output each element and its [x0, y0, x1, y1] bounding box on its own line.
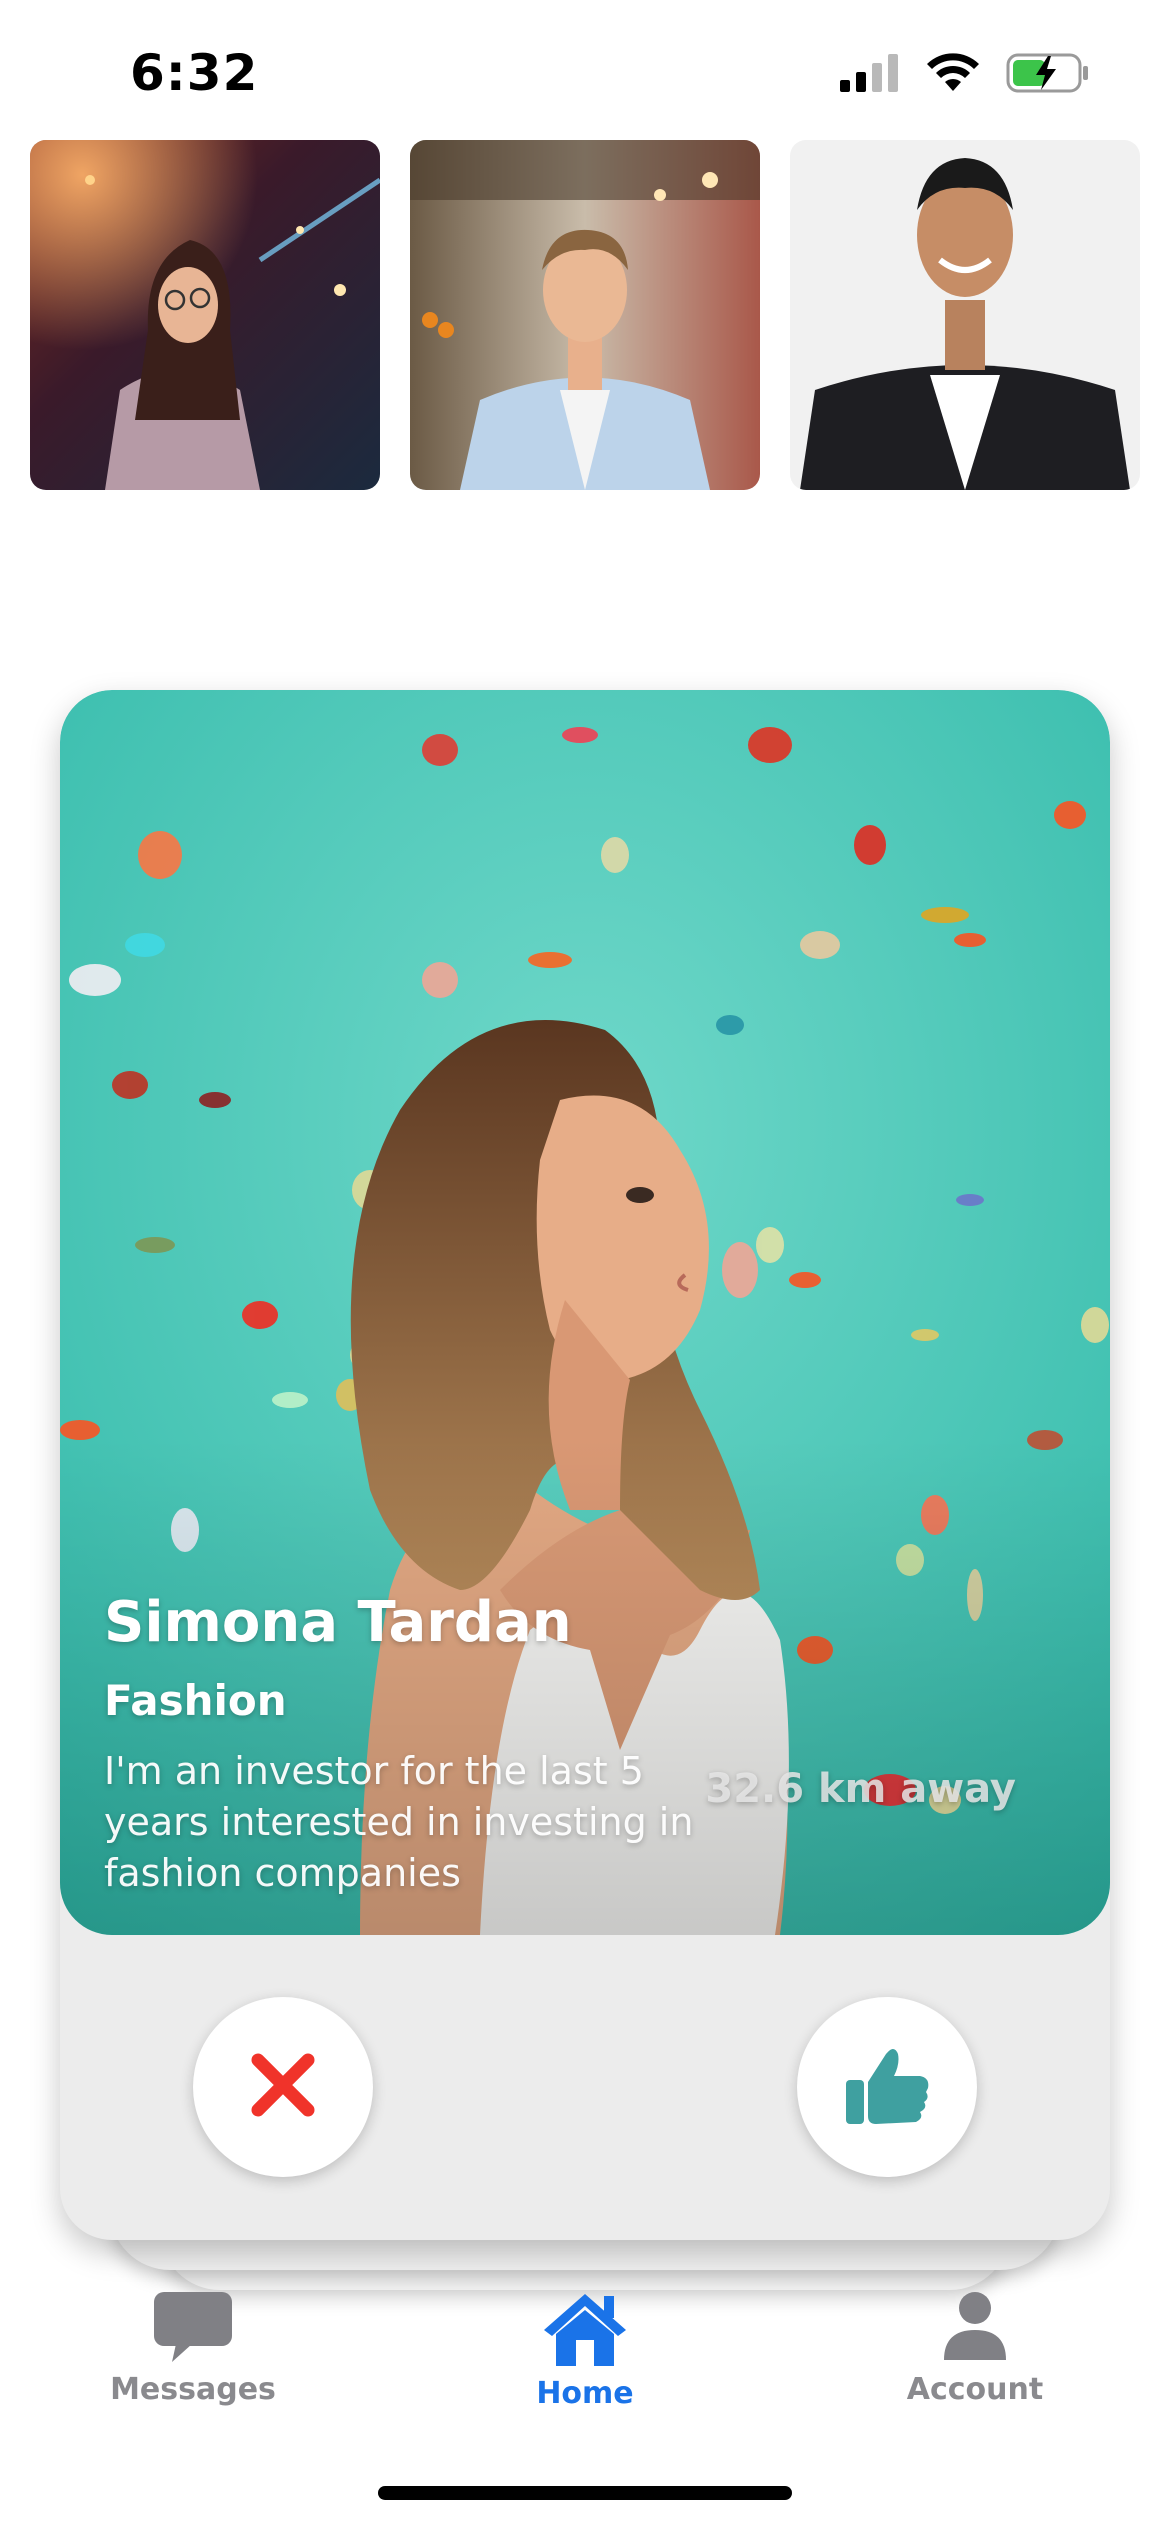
profile-thumbnail-2[interactable] — [410, 140, 760, 490]
like-button[interactable] — [797, 1997, 977, 2177]
chat-bubble-icon — [43, 2290, 343, 2362]
profile-thumbnail-1[interactable] — [30, 140, 380, 490]
tab-home[interactable]: Home — [435, 2290, 735, 2411]
status-bar: 6:32 — [0, 0, 1170, 140]
status-icons — [840, 52, 1090, 99]
house-icon — [435, 2290, 735, 2366]
tab-label-home: Home — [536, 2376, 634, 2411]
cellular-signal-icon — [840, 54, 900, 97]
tab-bar: Messages Home Account — [0, 2290, 1170, 2480]
profile-thumbnail-strip — [30, 140, 1140, 490]
person-icon — [825, 2290, 1125, 2362]
profile-distance: 32.6 km away — [705, 1766, 1016, 1812]
profile-bio: I'm an investor for the last 5 years int… — [104, 1749, 694, 1895]
profile-card[interactable]: Simona Tardan Fashion I'm an investor fo… — [60, 690, 1110, 2240]
wifi-icon — [926, 53, 980, 98]
tab-messages[interactable]: Messages — [43, 2290, 343, 2407]
close-x-icon — [248, 2050, 318, 2125]
status-time: 6:32 — [130, 44, 259, 102]
thumbs-up-icon — [842, 2040, 932, 2135]
tab-account[interactable]: Account — [825, 2290, 1125, 2407]
profile-category: Fashion — [104, 1676, 287, 1725]
tab-label-account: Account — [906, 2372, 1044, 2407]
tab-label-messages: Messages — [110, 2372, 276, 2407]
battery-charging-icon — [1006, 52, 1090, 99]
profile-name: Simona Tardan — [104, 1590, 572, 1655]
profile-thumbnail-3[interactable] — [790, 140, 1140, 490]
dislike-button[interactable] — [193, 1997, 373, 2177]
home-indicator[interactable] — [378, 2486, 792, 2500]
